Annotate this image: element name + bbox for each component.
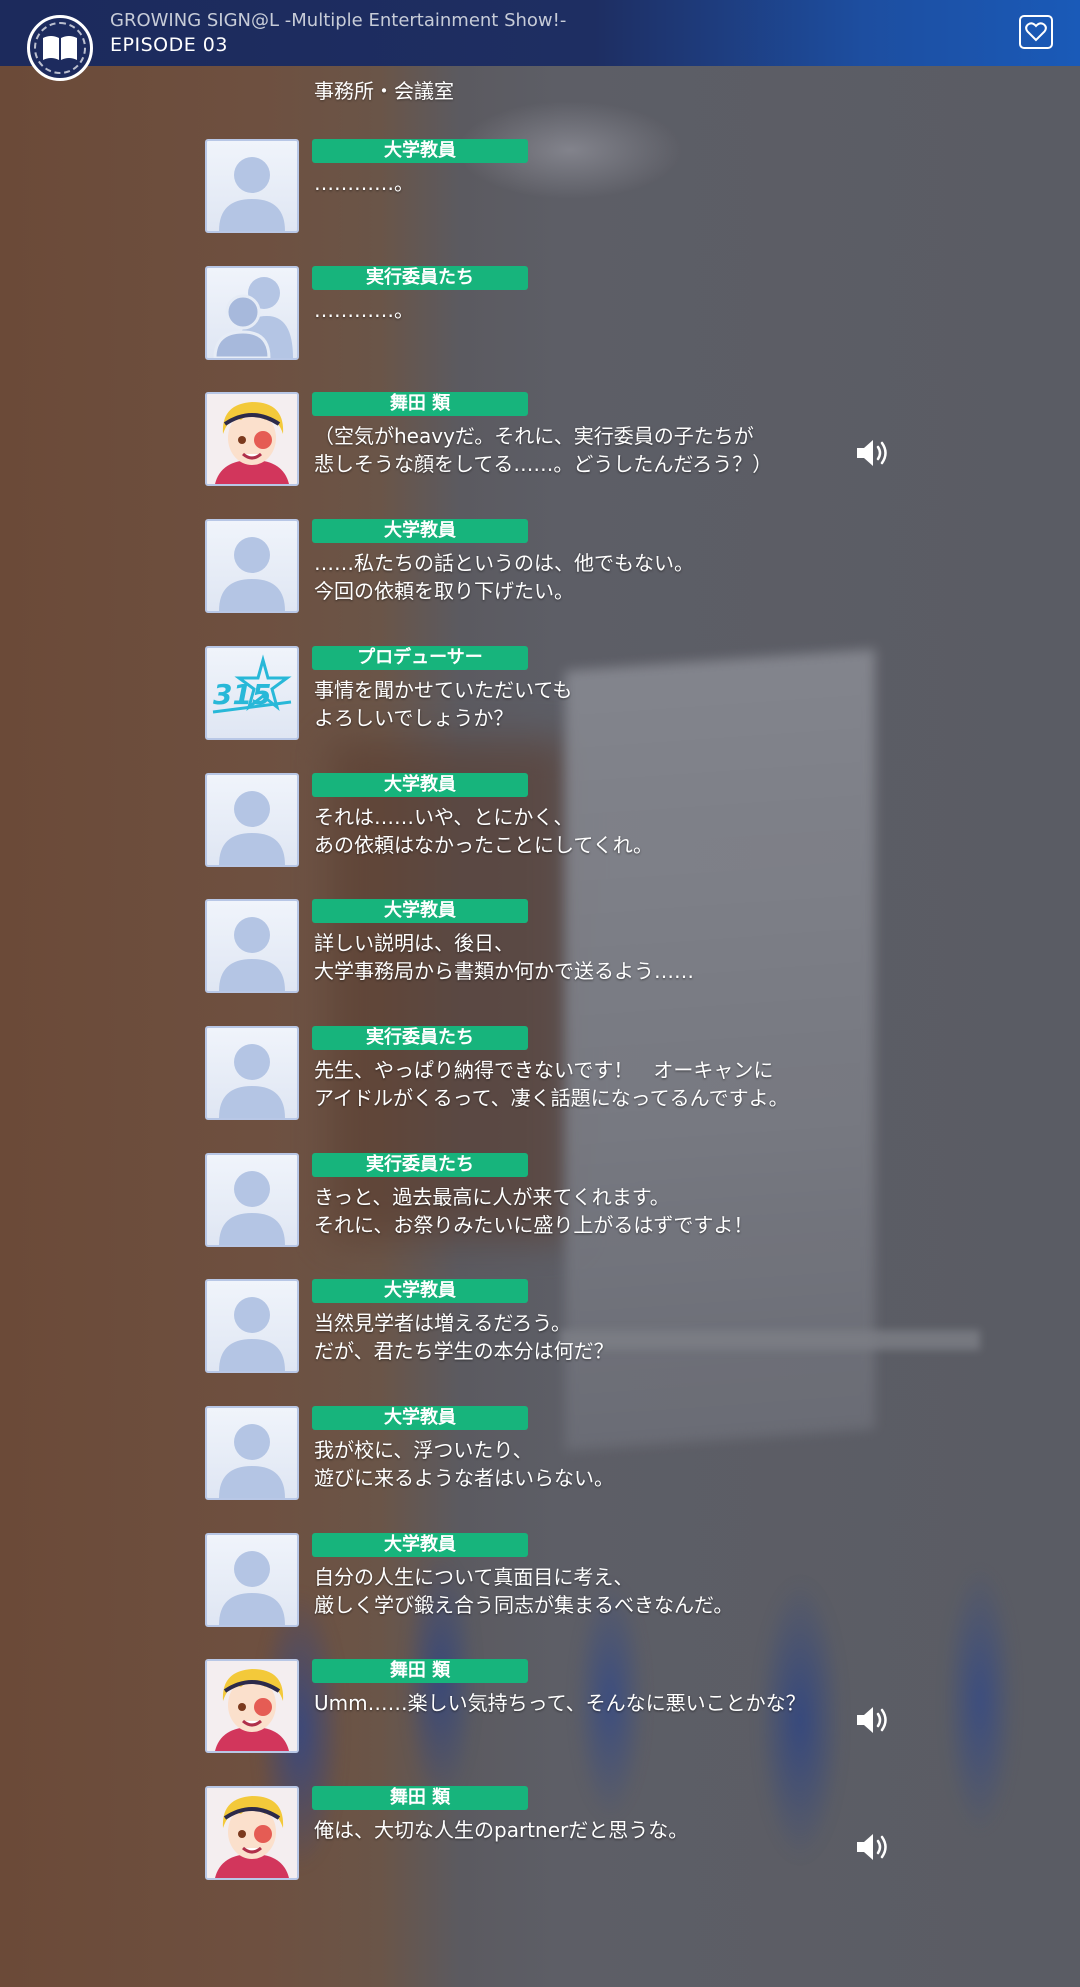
315-production-logo-icon: 315 bbox=[212, 654, 292, 714]
speaker-avatar bbox=[205, 1406, 299, 1500]
dialogue-line-1: 俺は、大切な人生のpartnerだと思うな。 bbox=[314, 1818, 689, 1842]
dialogue-line-1: 我が校に、浮ついたり、 bbox=[314, 1438, 533, 1462]
speaker-avatar bbox=[205, 139, 299, 233]
dialogue-entry: 大学教員 詳しい説明は、後日、 大学事務局から書類か何かで送るよう…… bbox=[0, 899, 1080, 999]
speaker-avatar bbox=[205, 1153, 299, 1247]
person-silhouette-icon bbox=[219, 917, 285, 991]
character-portrait-icon bbox=[207, 1788, 297, 1878]
person-silhouette-icon bbox=[219, 537, 285, 611]
speaker-name-tag: 大学教員 bbox=[312, 519, 528, 543]
dialogue-line-1: 事情を聞かせていただいても bbox=[314, 678, 573, 702]
dialogue-line-2: それに、お祭りみたいに盛り上がるはずですよ！ bbox=[314, 1213, 754, 1237]
dialogue-line-1: それは……いや、とにかく、 bbox=[314, 805, 574, 829]
location-label: 事務所・会議室 bbox=[314, 79, 454, 103]
person-silhouette-icon bbox=[219, 157, 285, 231]
dialogue-line-2: 大学事務局から書類か何かで送るよう…… bbox=[314, 959, 694, 983]
heart-icon bbox=[1025, 22, 1047, 42]
dialogue-entry: 大学教員 それは……いや、とにかく、 あの依頼はなかったことにしてくれ。 bbox=[0, 773, 1080, 873]
speaker-name-tag: 実行委員たち bbox=[312, 1153, 528, 1177]
speaker-name-tag: 実行委員たち bbox=[312, 266, 528, 290]
dialogue-line-1: …………。 bbox=[314, 298, 414, 322]
speaker-avatar bbox=[205, 1533, 299, 1627]
person-silhouette-icon bbox=[219, 1044, 285, 1118]
book-icon bbox=[43, 36, 77, 60]
speaker-icon bbox=[857, 1834, 887, 1860]
dialogue-line-2: 今回の依頼を取り下げたい。 bbox=[314, 579, 574, 603]
dialogue-entry: 大学教員 …………。 bbox=[0, 139, 1080, 239]
voice-play-button[interactable] bbox=[855, 1830, 893, 1864]
speaker-icon bbox=[857, 440, 887, 466]
speaker-name-tag: 大学教員 bbox=[312, 1279, 528, 1303]
speaker-name-tag: 大学教員 bbox=[312, 899, 528, 923]
speaker-name-tag: 舞田 類 bbox=[312, 1786, 528, 1810]
dialogue-line-1: 自分の人生について真面目に考え、 bbox=[314, 1565, 634, 1589]
dialogue-line-1: 詳しい説明は、後日、 bbox=[314, 931, 514, 955]
speaker-avatar bbox=[205, 266, 299, 360]
dialogue-entry: 舞田 類 （空気がheavyだ。それに、実行委員の子たちが 悲しそうな顔をしてる… bbox=[0, 392, 1080, 492]
dialogue-line-1: 先生、やっぱり納得できないです！ オーキャンに bbox=[314, 1058, 774, 1082]
person-silhouette-icon bbox=[219, 1297, 285, 1371]
speaker-name-tag: 実行委員たち bbox=[312, 1026, 528, 1050]
speaker-icon bbox=[857, 1707, 887, 1733]
dialogue-line-1: …………。 bbox=[314, 171, 414, 195]
voice-play-button[interactable] bbox=[855, 436, 893, 470]
dialogue-line-1: ……私たちの話というのは、他でもない。 bbox=[314, 551, 694, 575]
speaker-avatar bbox=[205, 519, 299, 613]
dialogue-line-2: 厳しく学び鍛え合う同志が集まるべきなんだ。 bbox=[314, 1593, 734, 1617]
dialogue-line-2: あの依頼はなかったことにしてくれ。 bbox=[314, 833, 653, 857]
dialogue-line-1: きっと、過去最高に人が来てくれます。 bbox=[314, 1185, 670, 1209]
person-silhouette-icon bbox=[219, 1424, 285, 1498]
dialogue-line-2: よろしいでしょうか？ bbox=[314, 706, 514, 730]
dialogue-entry: 大学教員 ……私たちの話というのは、他でもない。 今回の依頼を取り下げたい。 bbox=[0, 519, 1080, 619]
story-title: GROWING SIGN@L -Multiple Entertainment S… bbox=[110, 10, 567, 31]
dialogue-entry: 実行委員たち きっと、過去最高に人が来てくれます。 それに、お祭りみたいに盛り上… bbox=[0, 1153, 1080, 1253]
speaker-avatar bbox=[205, 1659, 299, 1753]
speaker-avatar bbox=[205, 1786, 299, 1880]
speaker-avatar bbox=[205, 773, 299, 867]
person-silhouette-icon bbox=[219, 1551, 285, 1625]
speaker-name-tag: プロデューサー bbox=[312, 646, 528, 670]
dialogue-line-2: 遊びに来るような者はいらない。 bbox=[314, 1466, 614, 1490]
dialogue-entry: 舞田 類 Umm……楽しい気持ちって、そんなに悪いことかな？ bbox=[0, 1659, 1080, 1759]
favorite-button[interactable] bbox=[1019, 15, 1053, 49]
dialogue-entry: 315 プロデューサー 事情を聞かせていただいても よろしいでしょうか？ bbox=[0, 646, 1080, 746]
speaker-name-tag: 大学教員 bbox=[312, 773, 528, 797]
dialogue-line-2: 悲しそうな顔をしてる……。どうしたんだろう？） bbox=[314, 452, 773, 476]
speaker-name-tag: 舞田 類 bbox=[312, 1659, 528, 1683]
person-silhouette-icon bbox=[219, 1171, 285, 1245]
speaker-avatar bbox=[205, 392, 299, 486]
character-portrait-icon bbox=[207, 1661, 297, 1751]
dialogue-line-2: だが、君たち学生の本分は何だ？ bbox=[314, 1339, 614, 1363]
dialogue-entry: 大学教員 我が校に、浮ついたり、 遊びに来るような者はいらない。 bbox=[0, 1406, 1080, 1506]
episode-label: EPISODE 03 bbox=[110, 34, 228, 56]
speaker-avatar bbox=[205, 1279, 299, 1373]
dialogue-line-1: 当然見学者は増えるだろう。 bbox=[314, 1311, 571, 1335]
speaker-avatar: 315 bbox=[205, 646, 299, 740]
dialogue-entry: 実行委員たち 先生、やっぱり納得できないです！ オーキャンに アイドルがくるって… bbox=[0, 1026, 1080, 1126]
person-silhouette-icon bbox=[219, 791, 285, 865]
dialogue-entry: 実行委員たち …………。 bbox=[0, 266, 1080, 366]
speaker-name-tag: 舞田 類 bbox=[312, 392, 528, 416]
group-silhouette-icon bbox=[213, 277, 293, 358]
speaker-avatar bbox=[205, 1026, 299, 1120]
header-bar: GROWING SIGN@L -Multiple Entertainment S… bbox=[0, 0, 1080, 81]
dialogue-line-2: アイドルがくるって、凄く話題になってるんですよ。 bbox=[314, 1086, 789, 1110]
character-portrait-icon bbox=[207, 394, 297, 484]
speaker-name-tag: 大学教員 bbox=[312, 139, 528, 163]
dialogue-line-1: Umm……楽しい気持ちって、そんなに悪いことかな？ bbox=[314, 1691, 806, 1715]
title-block: GROWING SIGN@L -Multiple Entertainment S… bbox=[110, 9, 566, 57]
dialogue-entry: 舞田 類 俺は、大切な人生のpartnerだと思うな。 bbox=[0, 1786, 1080, 1886]
speaker-name-tag: 大学教員 bbox=[312, 1406, 528, 1430]
story-menu-button[interactable] bbox=[27, 15, 93, 81]
dialogue-line-1: （空気がheavyだ。それに、実行委員の子たちが bbox=[314, 424, 754, 448]
dialogue-entry: 大学教員 当然見学者は増えるだろう。 だが、君たち学生の本分は何だ？ bbox=[0, 1279, 1080, 1379]
speaker-name-tag: 大学教員 bbox=[312, 1533, 528, 1557]
speaker-avatar bbox=[205, 899, 299, 993]
dialogue-entry: 大学教員 自分の人生について真面目に考え、 厳しく学び鍛え合う同志が集まるべきな… bbox=[0, 1533, 1080, 1633]
voice-play-button[interactable] bbox=[855, 1703, 893, 1737]
